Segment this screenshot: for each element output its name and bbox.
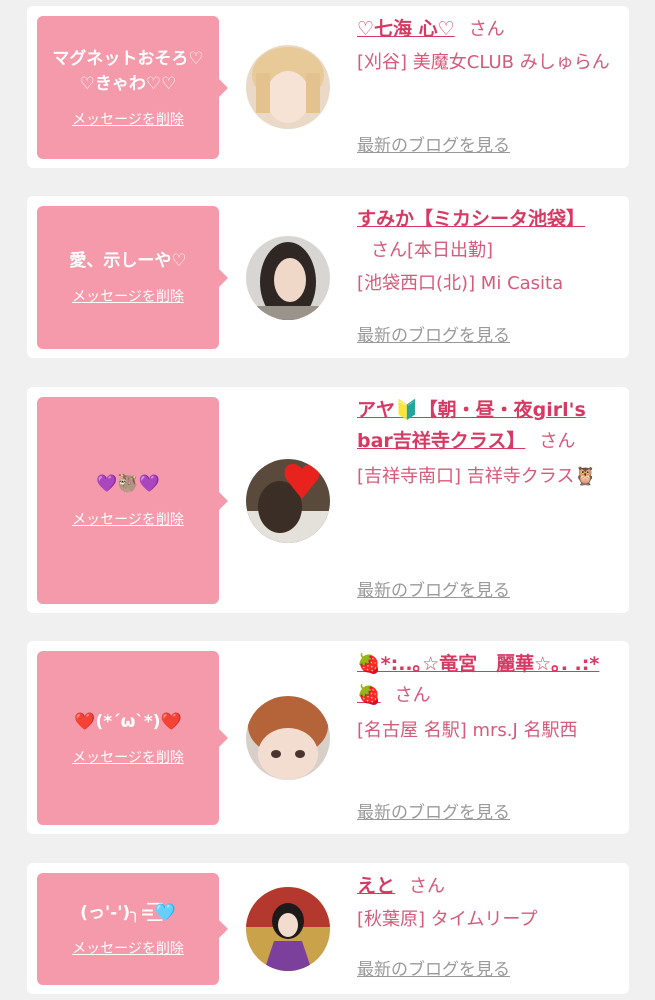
shop-name: [秋葉原] タイムリープ [357,909,538,930]
latest-blog-link[interactable]: 最新のブログを見る [357,576,510,601]
message-bubble: 💜🦥💜 メッセージを削除 [37,397,228,604]
cast-name-link[interactable]: 🍓*:..｡☆竜宮 麗華☆｡. .:*🍓 [357,653,599,706]
message-card: 愛、示しーや♡ メッセージを削除 すみか【ミカシータ池袋】さん[本日出勤] [池… [27,196,629,358]
delete-message-link[interactable]: メッセージを削除 [72,747,184,767]
message-text: マグネットおそろ♡♡きゃわ♡♡ [52,48,204,94]
cast-name-link[interactable]: えと [357,875,395,897]
message-text: (っ'-')╮=͟͟͞͞🩵 [80,902,176,923]
cast-info: えと さん [秋葉原] タイムリープ [357,871,613,935]
shop-name: [吉祥寺南口] 吉祥寺クラス🦉 [357,466,597,487]
honorific: さん [409,876,446,897]
delete-message-link[interactable]: メッセージを削除 [72,509,184,529]
avatar[interactable] [246,236,330,320]
message-card: マグネットおそろ♡♡きゃわ♡♡ メッセージを削除 ♡七海 心♡ さん [刈谷] 美… [27,6,629,168]
message-bubble: 愛、示しーや♡ メッセージを削除 [37,206,228,349]
message-text: 愛、示しーや♡ [69,251,187,271]
shop-name: [池袋西口(北)] Mi Casita [357,273,564,294]
cast-name-link[interactable]: ♡七海 心♡ [357,18,455,40]
delete-message-link[interactable]: メッセージを削除 [72,286,184,306]
avatar[interactable] [246,887,330,971]
cast-info: 🍓*:..｡☆竜宮 麗華☆｡. .:*🍓 さん [名古屋 名駅] mrs.J 名駅… [357,649,613,746]
message-card: 💜🦥💜 メッセージを削除 アヤ🔰【朝・昼・夜girl's bar吉祥寺クラス】さ… [27,387,629,613]
cast-info: ♡七海 心♡ さん [刈谷] 美魔女CLUB みしゅらん [357,14,613,78]
message-text: 💜🦥💜 [96,474,160,494]
honorific: さん [371,240,407,261]
honorific: さん [539,431,576,452]
shop-name: [名古屋 名駅] mrs.J 名駅西 [357,720,578,741]
message-bubble: (っ'-')╮=͟͟͞͞🩵 メッセージを削除 [37,873,228,985]
shop-name: [刈谷] 美魔女CLUB みしゅらん [357,52,610,73]
avatar[interactable] [246,459,330,543]
attendance-status: [本日出勤] [407,240,494,261]
delete-message-link[interactable]: メッセージを削除 [72,938,184,958]
latest-blog-link[interactable]: 最新のブログを見る [357,955,510,980]
latest-blog-link[interactable]: 最新のブログを見る [357,798,510,823]
cast-info: アヤ🔰【朝・昼・夜girl's bar吉祥寺クラス】 さん [吉祥寺南口] 吉祥寺… [357,395,613,492]
latest-blog-link[interactable]: 最新のブログを見る [357,131,510,156]
message-bubble: ❤️(*´ω`*)❤️ メッセージを削除 [37,651,228,825]
avatar[interactable] [246,45,330,129]
honorific: さん [394,685,431,706]
cast-info: すみか【ミカシータ池袋】さん[本日出勤] [池袋西口(北)] Mi Casita [357,204,613,299]
latest-blog-link[interactable]: 最新のブログを見る [357,321,510,346]
message-text: ❤️(*´ω`*)❤️ [74,711,182,732]
honorific: さん [468,19,505,40]
avatar[interactable] [246,696,330,780]
cast-name-link[interactable]: すみか【ミカシータ池袋】 [357,208,585,230]
message-card: ❤️(*´ω`*)❤️ メッセージを削除 🍓*:..｡☆竜宮 麗華☆｡. .:*… [27,641,629,834]
message-card: (っ'-')╮=͟͟͞͞🩵 メッセージを削除 えと さん [秋葉原] タイムリープ… [27,863,629,994]
delete-message-link[interactable]: メッセージを削除 [72,109,184,129]
message-bubble: マグネットおそろ♡♡きゃわ♡♡ メッセージを削除 [37,16,228,159]
